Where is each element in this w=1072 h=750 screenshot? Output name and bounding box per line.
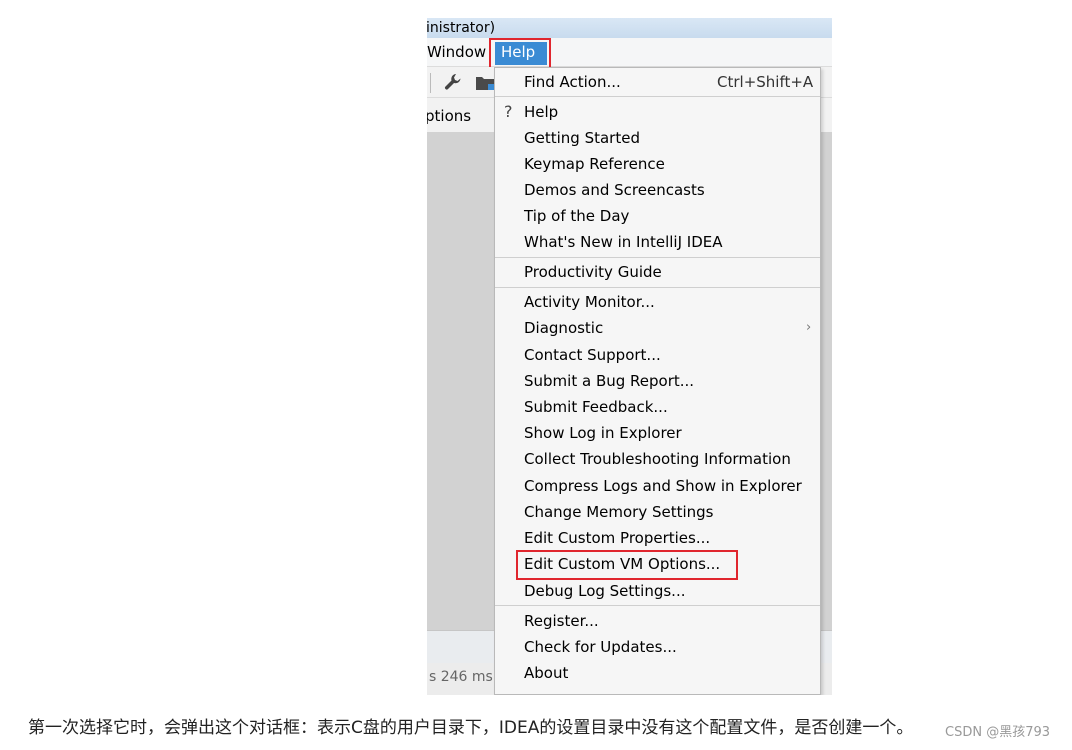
menu-item-label: Check for Updates... [524,638,677,656]
menu-item-activity-monitor[interactable]: Activity Monitor... [495,290,820,314]
menu-item-show-log[interactable]: Show Log in Explorer [495,421,820,445]
menu-item-compress-logs[interactable]: Compress Logs and Show in Explorer [495,474,820,498]
menu-item-label: Register... [524,612,599,630]
menu-item-contact-support[interactable]: Contact Support... [495,343,820,367]
help-menu: Find Action... Ctrl+Shift+A ? Help Getti… [494,67,821,695]
menu-item-collect-troubleshooting[interactable]: Collect Troubleshooting Information [495,447,820,471]
menu-item-label: Tip of the Day [524,207,630,225]
menu-item-label: Find Action... [524,73,621,91]
menu-item-keymap-reference[interactable]: Keymap Reference [495,152,820,176]
menu-item-change-memory[interactable]: Change Memory Settings [495,500,820,524]
watermark: CSDN @黑孩793 [945,725,1051,740]
menu-separator [495,287,820,288]
menu-bar: Window Help [427,38,832,67]
menu-item-label: Change Memory Settings [524,503,714,521]
menu-item-productivity-guide[interactable]: Productivity Guide [495,260,820,284]
menu-separator [495,96,820,97]
chevron-right-icon: › [806,320,812,335]
menu-item-tip-of-day[interactable]: Tip of the Day [495,204,820,228]
menu-item-demos[interactable]: Demos and Screencasts [495,178,820,202]
menu-item-edit-custom-properties[interactable]: Edit Custom Properties... [495,526,820,550]
menu-item-label: What's New in IntelliJ IDEA [524,233,723,251]
vm-options-highlight-box [516,550,738,580]
menu-item-label: Debug Log Settings... [524,582,686,600]
menu-separator [495,605,820,606]
menu-item-label: Keymap Reference [524,155,665,173]
menu-item-getting-started[interactable]: Getting Started [495,126,820,150]
window-title-bar: inistrator) [427,18,832,38]
question-icon: ? [504,102,513,121]
article-caption: 第一次选择它时，会弹出这个对话框：表示C盘的用户目录下，IDEA的设置目录中没有… [28,718,914,738]
ide-screenshot: inistrator) Window Help ptions s 246 ms … [427,18,832,695]
folder-icon[interactable] [476,76,494,90]
menu-item-label: Contact Support... [524,346,661,364]
menu-item-label: Diagnostic [524,319,604,337]
status-text: s 246 ms [429,669,493,685]
menu-item-diagnostic[interactable]: Diagnostic › [495,316,820,340]
menu-item-label: Submit a Bug Report... [524,372,695,390]
menu-item-submit-bug[interactable]: Submit a Bug Report... [495,369,820,393]
menu-item-label: Submit Feedback... [524,398,668,416]
menu-item-label: Activity Monitor... [524,293,655,311]
menu-item-shortcut: Ctrl+Shift+A [717,73,814,91]
options-label: ptions [427,107,472,125]
menu-item-check-updates[interactable]: Check for Updates... [495,635,820,659]
menu-item-label: Edit Custom Properties... [524,529,711,547]
menu-item-label: Productivity Guide [524,263,662,281]
toolbar-separator [430,73,431,93]
menu-item-debug-log-settings[interactable]: Debug Log Settings... [495,579,820,603]
menu-separator [495,257,820,258]
menu-item-help[interactable]: ? Help [495,100,820,124]
menu-item-whats-new[interactable]: What's New in IntelliJ IDEA [495,230,820,254]
menu-item-label: Getting Started [524,129,640,147]
menu-item-label: Collect Troubleshooting Information [524,450,791,468]
menu-item-label: Demos and Screencasts [524,181,705,199]
menu-window[interactable]: Window [427,43,486,61]
menu-item-about[interactable]: About [495,661,820,685]
menu-item-label: Help [524,103,559,121]
menu-item-label: Compress Logs and Show in Explorer [524,477,802,495]
menu-item-find-action[interactable]: Find Action... Ctrl+Shift+A [495,70,820,94]
menu-item-register[interactable]: Register... [495,609,820,633]
wrench-icon[interactable] [444,73,462,91]
help-highlight-box [489,38,551,69]
window-title: inistrator) [427,20,496,36]
menu-item-label: Show Log in Explorer [524,424,682,442]
menu-item-submit-feedback[interactable]: Submit Feedback... [495,395,820,419]
menu-item-label: About [524,664,569,682]
